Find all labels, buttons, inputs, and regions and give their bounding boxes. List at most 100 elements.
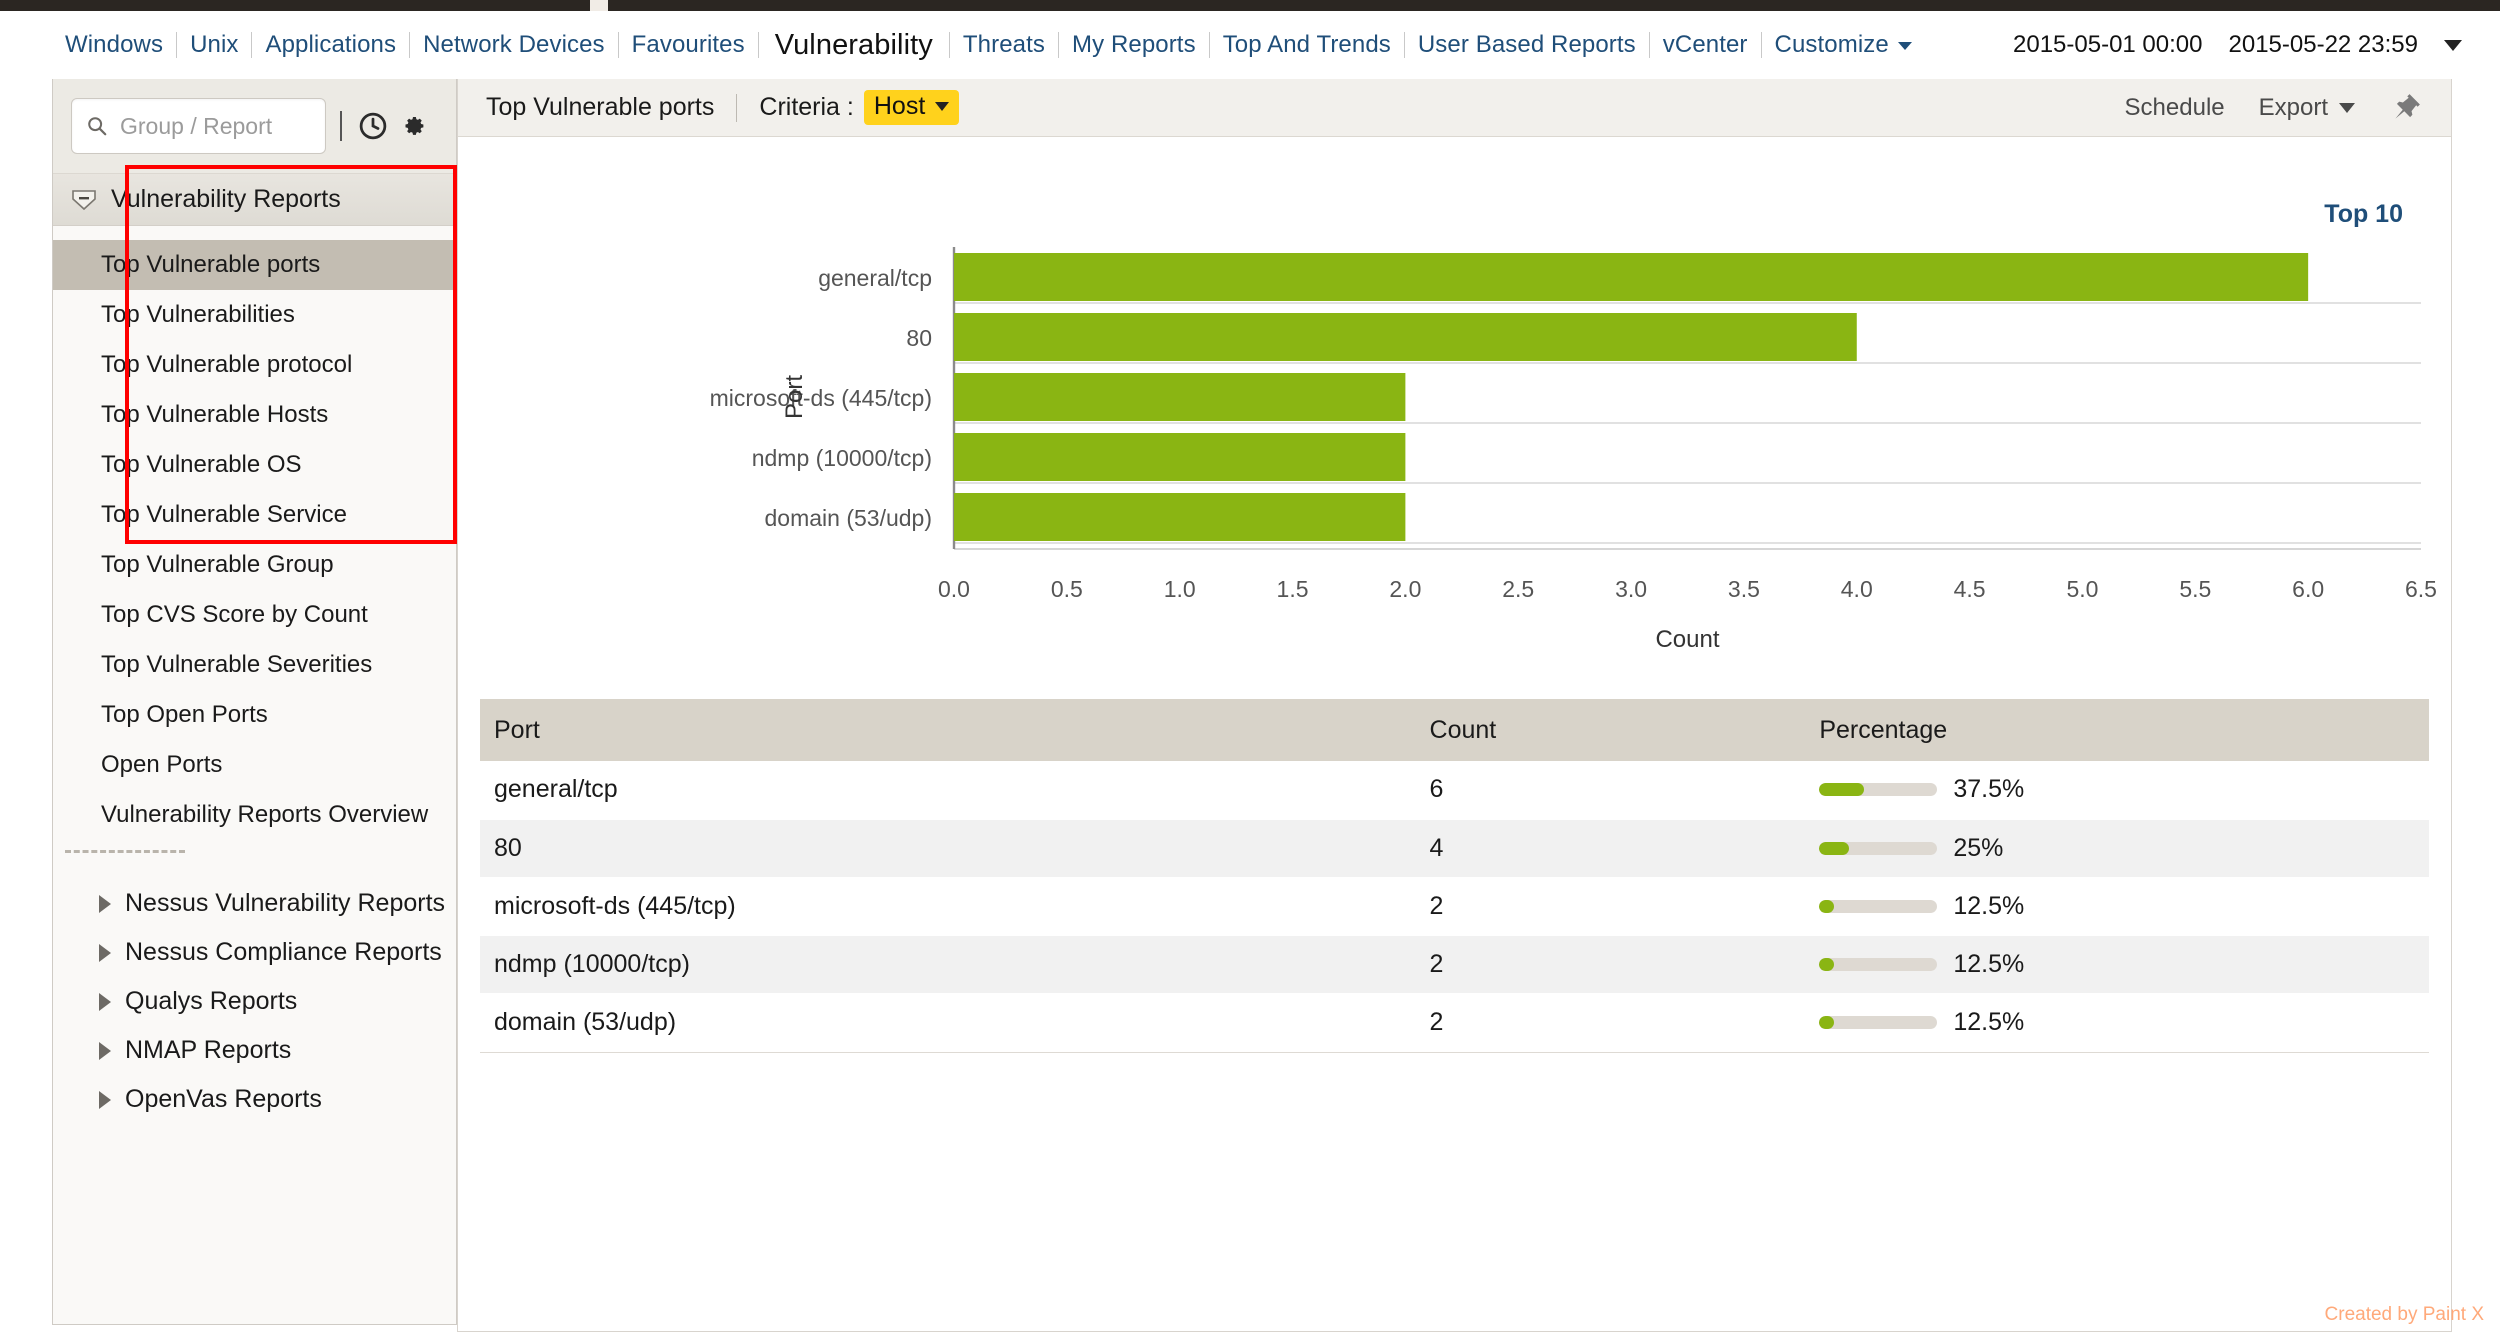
nav-link-favourites[interactable]: Favourites xyxy=(619,31,758,59)
sidebar-group-item-label: Qualys Reports xyxy=(125,987,297,1016)
chart-bar[interactable] xyxy=(954,313,1857,361)
sidebar-report-item[interactable]: Top Vulnerable ports xyxy=(53,240,456,290)
pushpin-icon[interactable] xyxy=(2389,91,2423,125)
nav-link-applications[interactable]: Applications xyxy=(252,31,409,59)
sidebar-report-item[interactable]: Top Vulnerabilities xyxy=(53,290,456,340)
export-button[interactable]: Export xyxy=(2259,94,2355,122)
sidebar-report-item[interactable]: Vulnerability Reports Overview xyxy=(53,790,456,840)
chart-bar[interactable] xyxy=(954,433,1405,481)
criteria-chevron-down-icon xyxy=(935,102,949,111)
chart-category-label: domain (53/udp) xyxy=(765,505,933,531)
search-input[interactable] xyxy=(120,113,311,140)
table-row[interactable]: domain (53/udp)212.5% xyxy=(480,993,2429,1051)
table-row[interactable]: ndmp (10000/tcp)212.5% xyxy=(480,935,2429,993)
search-box[interactable] xyxy=(71,98,326,154)
criteria-value: Host xyxy=(874,92,925,121)
nav-link-top-and-trends[interactable]: Top And Trends xyxy=(1210,31,1404,59)
window-chrome-strip xyxy=(0,0,2500,11)
percentage-label: 25% xyxy=(1953,834,2003,863)
chart-bar[interactable] xyxy=(954,373,1405,421)
sidebar-report-item[interactable]: Top Vulnerable Severities xyxy=(53,640,456,690)
chart-x-tick-label: 3.5 xyxy=(1728,576,1760,602)
nav-link-my-reports[interactable]: My Reports xyxy=(1059,31,1209,59)
sidebar-report-item[interactable]: Open Ports xyxy=(53,740,456,790)
chart-x-tick-label: 4.0 xyxy=(1841,576,1873,602)
percentage-minibar-fill xyxy=(1819,958,1834,971)
sidebar-report-item[interactable]: Top Open Ports xyxy=(53,690,456,740)
nav-link-vcenter[interactable]: vCenter xyxy=(1650,31,1761,59)
date-to[interactable]: 2015-05-22 23:59 xyxy=(2229,31,2419,59)
report-title: Top Vulnerable ports xyxy=(486,93,714,122)
cell-port: ndmp (10000/tcp) xyxy=(480,935,1416,993)
nav-link-vulnerability[interactable]: Vulnerability xyxy=(759,29,949,62)
sidebar-group-item[interactable]: Nessus Compliance Reports xyxy=(53,928,456,977)
nav-links: WindowsUnixApplicationsNetwork DevicesFa… xyxy=(0,29,1925,62)
table-row[interactable]: microsoft-ds (445/tcp)212.5% xyxy=(480,877,2429,935)
sidebar-group-item[interactable]: Nessus Vulnerability Reports xyxy=(53,879,456,928)
sidebar-group-header-vulnerability-reports[interactable]: Vulnerability Reports xyxy=(53,174,456,226)
customize-chevron-down-icon xyxy=(1898,42,1912,50)
column-header-port[interactable]: Port xyxy=(480,699,1416,761)
sidebar-group-item-label: Nessus Compliance Reports xyxy=(125,938,442,967)
sidebar-report-item[interactable]: Top Vulnerable OS xyxy=(53,440,456,490)
nav-link-threats[interactable]: Threats xyxy=(950,31,1058,59)
export-chevron-down-icon xyxy=(2339,103,2355,113)
nav-link-unix[interactable]: Unix xyxy=(177,31,251,59)
chart-x-axis-title: Count xyxy=(1655,626,1719,653)
column-header-percentage[interactable]: Percentage xyxy=(1805,699,2429,761)
chart-category-label: 80 xyxy=(906,325,932,351)
nav-link-user-based-reports[interactable]: User Based Reports xyxy=(1405,31,1649,59)
content-toolbar: Top Vulnerable ports Criteria : Host Sch… xyxy=(458,79,2451,137)
chart-bar[interactable] xyxy=(954,253,2308,301)
cell-count: 2 xyxy=(1416,935,1806,993)
table-head: Port Count Percentage xyxy=(480,699,2429,761)
expand-chevron-right-icon[interactable] xyxy=(99,993,111,1011)
table-row[interactable]: 80425% xyxy=(480,819,2429,877)
strip-segment-left xyxy=(0,0,590,11)
column-header-count[interactable]: Count xyxy=(1416,699,1806,761)
chart-x-tick-label: 5.5 xyxy=(2179,576,2211,602)
strip-segment-mid xyxy=(608,0,2500,11)
history-clock-icon[interactable] xyxy=(358,111,388,141)
criteria-host-dropdown[interactable]: Host xyxy=(864,90,959,125)
date-from[interactable]: 2015-05-01 00:00 xyxy=(2013,31,2203,59)
expand-chevron-right-icon[interactable] xyxy=(99,1042,111,1060)
percentage-minibar-fill xyxy=(1819,842,1849,855)
sidebar-group-item-label: NMAP Reports xyxy=(125,1036,291,1065)
chart-x-tick-label: 1.5 xyxy=(1277,576,1309,602)
percentage-label: 12.5% xyxy=(1953,1008,2024,1037)
sidebar-report-item[interactable]: Top Vulnerable Hosts xyxy=(53,390,456,440)
table-bottom-rule xyxy=(480,1052,2429,1053)
main-navigation-bar: WindowsUnixApplicationsNetwork DevicesFa… xyxy=(0,11,2500,79)
nav-link-windows[interactable]: Windows xyxy=(52,31,176,59)
expand-chevron-right-icon[interactable] xyxy=(99,895,111,913)
expand-chevron-right-icon[interactable] xyxy=(99,944,111,962)
nav-link-customize[interactable]: Customize xyxy=(1762,31,1925,59)
sidebar-report-item[interactable]: Top CVS Score by Count xyxy=(53,590,456,640)
schedule-button[interactable]: Schedule xyxy=(2125,94,2225,122)
sidebar-report-item[interactable]: Top Vulnerable protocol xyxy=(53,340,456,390)
workspace: Vulnerability Reports Top Vulnerable por… xyxy=(0,79,2500,1332)
nav-link-network-devices[interactable]: Network Devices xyxy=(410,31,618,59)
sidebar-search-zone xyxy=(53,79,456,174)
expand-chevron-right-icon[interactable] xyxy=(99,1091,111,1109)
sidebar-group-item[interactable]: NMAP Reports xyxy=(53,1026,456,1075)
sidebar-group-item-label: Nessus Vulnerability Reports xyxy=(125,889,445,918)
chart-x-tick-label: 5.0 xyxy=(2066,576,2098,602)
date-range-chevron-down-icon[interactable] xyxy=(2444,40,2462,51)
percentage-minibar xyxy=(1819,1016,1937,1029)
table-header-row: Port Count Percentage xyxy=(480,699,2429,761)
sidebar-report-item[interactable]: Top Vulnerable Service xyxy=(53,490,456,540)
gear-icon[interactable] xyxy=(398,111,428,141)
sidebar-group-item[interactable]: Qualys Reports xyxy=(53,977,456,1026)
collapse-chevron-down-icon[interactable] xyxy=(71,189,97,211)
sidebar-report-item[interactable]: Top Vulnerable Group xyxy=(53,540,456,590)
chart-bar[interactable] xyxy=(954,493,1405,541)
cell-percentage: 12.5% xyxy=(1805,993,2429,1051)
cell-percentage: 12.5% xyxy=(1805,935,2429,993)
sidebar-group-item[interactable]: OpenVas Reports xyxy=(53,1075,456,1124)
table-row[interactable]: general/tcp637.5% xyxy=(480,761,2429,819)
percentage-cell: 25% xyxy=(1819,834,2429,863)
chart-area: Top 10 general/tcp80microsoft-ds (445/tc… xyxy=(458,137,2451,677)
cell-count: 6 xyxy=(1416,761,1806,819)
